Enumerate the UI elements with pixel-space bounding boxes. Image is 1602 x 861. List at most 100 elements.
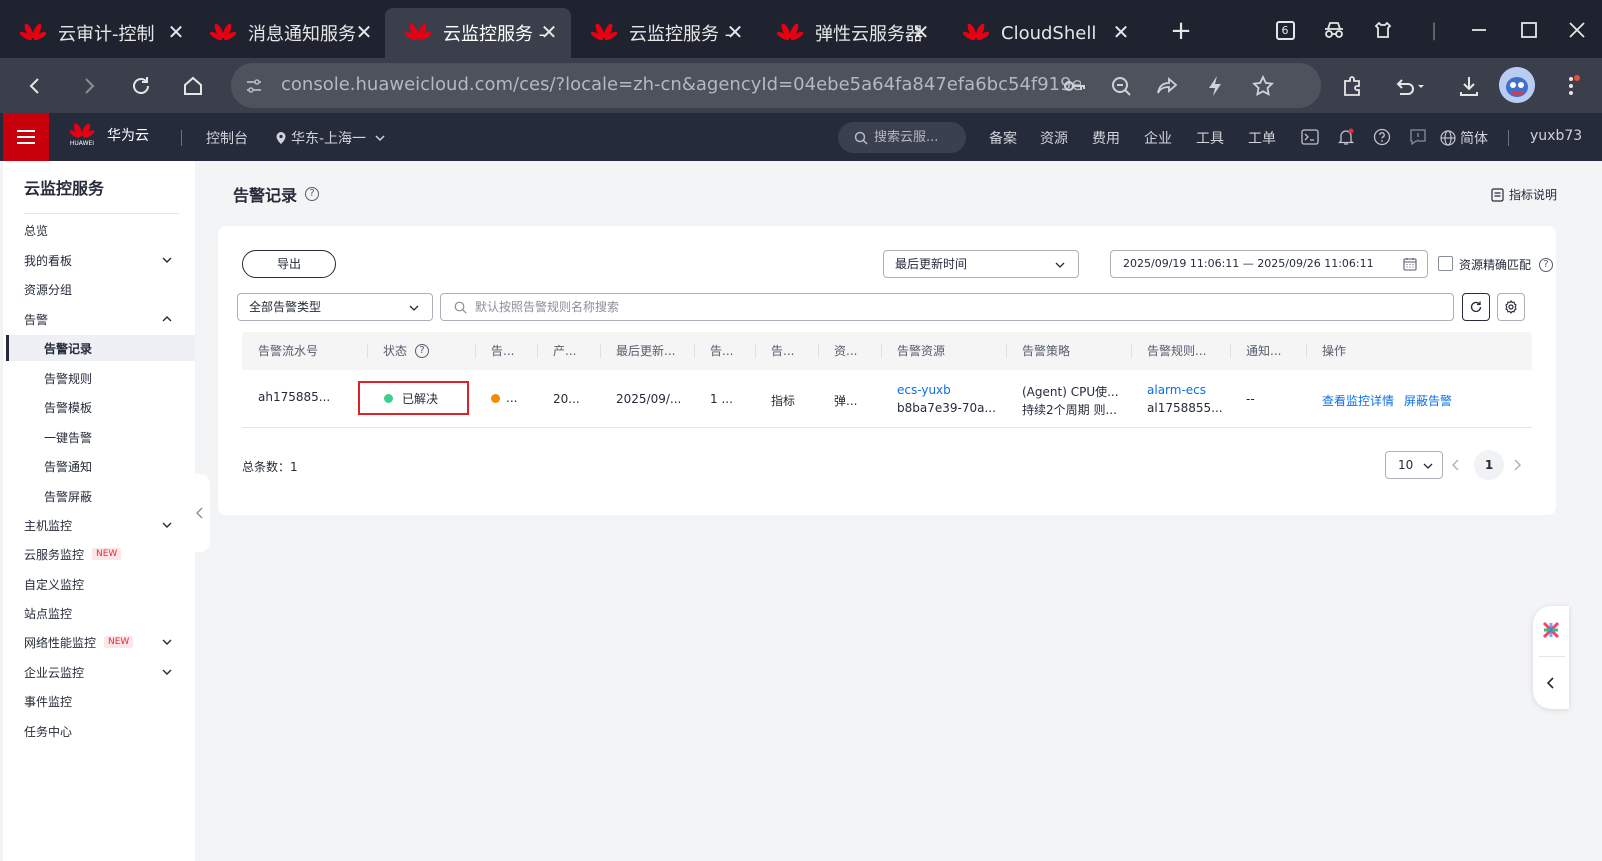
lightning-icon[interactable] — [1203, 74, 1227, 98]
forward-icon[interactable] — [73, 70, 105, 102]
share-icon[interactable] — [1155, 74, 1179, 98]
sidebar-item-enterprise-monitoring[interactable]: 企业云监控 — [24, 659, 184, 685]
sort-field-select[interactable]: 最后更新时间 — [883, 250, 1079, 278]
rule-name-link[interactable]: alarm-ecs — [1147, 383, 1206, 397]
exact-match-checkbox[interactable] — [1438, 256, 1453, 271]
col-alarm-type[interactable]: 告... — [771, 332, 794, 370]
sidebar-collapse-button[interactable] — [190, 474, 210, 552]
help-circle-icon[interactable]: ? — [1539, 257, 1554, 272]
help-icon[interactable] — [1372, 127, 1392, 147]
mask-alarm-link[interactable]: 屏蔽告警 — [1404, 392, 1452, 409]
new-tab-button[interactable]: + — [1166, 16, 1196, 46]
username[interactable]: yuxb73 — [1530, 128, 1582, 144]
table-settings-button[interactable] — [1497, 293, 1525, 321]
region-selector[interactable]: 华东-上海一 — [275, 128, 386, 148]
key-icon[interactable] — [1063, 74, 1087, 98]
resource-name-link[interactable]: ecs-yuxb — [897, 383, 951, 397]
metric-help-link[interactable]: 指标说明 — [1491, 186, 1557, 203]
prev-page-icon[interactable] — [1449, 458, 1463, 472]
col-notify[interactable]: 通知... — [1246, 332, 1281, 370]
sidebar-item-alarm-records[interactable]: 告警记录 — [6, 335, 195, 361]
sidebar-item-alarm-rules[interactable]: 告警规则 — [44, 365, 194, 391]
download-icon[interactable] — [1453, 70, 1485, 102]
sidebar-item-overview[interactable]: 总览 — [24, 217, 184, 243]
col-serial[interactable]: 告警流水号 — [258, 332, 318, 370]
nav-filing[interactable]: 备案 — [989, 128, 1017, 148]
help-circle-icon[interactable]: ? — [305, 187, 320, 201]
alarm-type-select[interactable]: 全部告警类型 — [237, 293, 433, 321]
col-level[interactable]: 告... — [491, 332, 514, 370]
browser-tab-3[interactable]: 云监控服务 - ✕ — [385, 8, 571, 58]
sidebar-item-cloud-service-monitoring[interactable]: 云服务监控 NEW — [24, 541, 184, 567]
close-window-icon[interactable] — [1563, 16, 1591, 44]
assistant-logo-icon[interactable] — [1541, 620, 1561, 640]
reload-icon[interactable] — [125, 70, 157, 102]
chevron-left-icon[interactable] — [1545, 676, 1557, 690]
home-icon[interactable] — [177, 70, 209, 102]
view-monitoring-details-link[interactable]: 查看监控详情 — [1322, 392, 1394, 409]
zoom-out-icon[interactable] — [1109, 74, 1133, 98]
close-tab-icon[interactable]: ✕ — [354, 20, 374, 44]
extension-icon[interactable] — [1369, 16, 1397, 44]
site-info-icon[interactable] — [245, 77, 263, 95]
refresh-button[interactable] — [1462, 293, 1490, 321]
sidebar-item-event-monitoring[interactable]: 事件监控 — [24, 688, 184, 714]
extensions-puzzle-icon[interactable] — [1336, 70, 1368, 102]
browser-tab-2[interactable]: 消息通知服务 ✕ — [190, 8, 386, 58]
col-policy[interactable]: 告警策略 — [1022, 332, 1070, 370]
close-tab-icon[interactable]: ✕ — [539, 20, 559, 44]
col-resource-type[interactable]: 资... — [834, 332, 857, 370]
sidebar-item-one-click-alarm[interactable]: 一键告警 — [44, 424, 194, 450]
nav-tools[interactable]: 工具 — [1196, 128, 1224, 148]
nav-billing[interactable]: 费用 — [1092, 128, 1120, 148]
address-bar[interactable]: console.huaweicloud.com/ces/?locale=zh-c… — [231, 63, 1321, 108]
browser-tab-1[interactable]: 云审计-控制 ✕ — [0, 8, 198, 58]
close-tab-icon[interactable]: ✕ — [911, 20, 931, 44]
col-rule[interactable]: 告警规则... — [1147, 332, 1206, 370]
console-link[interactable]: 控制台 — [206, 128, 248, 148]
nav-enterprise[interactable]: 企业 — [1144, 128, 1172, 148]
col-resource[interactable]: 告警资源 — [897, 332, 945, 370]
page-size-select[interactable]: 10 — [1385, 451, 1443, 479]
close-tab-icon[interactable]: ✕ — [725, 20, 745, 44]
sidebar-item-alarms[interactable]: 告警 — [24, 306, 184, 332]
notification-bell-icon[interactable] — [1336, 127, 1356, 147]
cell-serial[interactable]: ah175885... — [258, 390, 330, 404]
sidebar-item-alarm-masking[interactable]: 告警屏蔽 — [44, 483, 194, 509]
date-range-picker[interactable]: 2025/09/19 11:06:11 — 2025/09/26 11:06:1… — [1110, 250, 1428, 278]
nav-tickets[interactable]: 工单 — [1248, 128, 1276, 148]
export-button[interactable]: 导出 — [242, 250, 336, 278]
browser-tab-4[interactable]: 云监控服务 - ✕ — [571, 8, 757, 58]
header-search[interactable]: 搜索云服... — [838, 122, 966, 153]
sidebar-item-host-monitoring[interactable]: 主机监控 — [24, 512, 184, 538]
nav-resources[interactable]: 资源 — [1040, 128, 1068, 148]
close-tab-icon[interactable]: ✕ — [1111, 20, 1131, 44]
undo-dropdown-icon[interactable] — [1390, 70, 1430, 102]
close-tab-icon[interactable]: ✕ — [166, 20, 186, 44]
sidebar-item-dashboards[interactable]: 我的看板 — [24, 247, 184, 273]
sidebar-item-network-performance[interactable]: 网络性能监控 NEW — [24, 629, 184, 655]
cloudshell-icon[interactable] — [1300, 127, 1320, 147]
tab-search-button[interactable]: 6 — [1271, 16, 1299, 44]
help-circle-icon[interactable]: ? — [415, 344, 430, 358]
browser-tab-5[interactable]: 弹性云服务器 ✕ — [757, 8, 943, 58]
col-status[interactable]: 状态 ? — [383, 332, 430, 370]
browser-menu-icon[interactable] — [1555, 70, 1587, 102]
sidebar-item-site-monitoring[interactable]: 站点监控 — [24, 600, 184, 626]
bookmark-star-icon[interactable] — [1251, 74, 1275, 98]
sidebar-item-custom-monitoring[interactable]: 自定义监控 — [24, 571, 184, 597]
browser-tab-6[interactable]: CloudShell ✕ — [943, 8, 1143, 58]
feedback-icon[interactable] — [1408, 127, 1428, 147]
back-icon[interactable] — [19, 70, 51, 102]
sidebar-item-task-center[interactable]: 任务中心 — [24, 718, 184, 744]
incognito-icon[interactable] — [1320, 16, 1348, 44]
col-count[interactable]: 告... — [710, 332, 733, 370]
maximize-icon[interactable] — [1515, 16, 1543, 44]
alarm-search-input[interactable]: 默认按照告警规则名称搜索 — [440, 293, 1454, 321]
profile-avatar[interactable] — [1499, 67, 1535, 103]
minimize-icon[interactable] — [1465, 16, 1493, 44]
menu-hamburger-button[interactable] — [3, 113, 49, 161]
next-page-icon[interactable] — [1510, 458, 1524, 472]
page-number-current[interactable]: 1 — [1474, 450, 1504, 480]
huawei-cloud-logo[interactable]: HUAWEI 华为云 — [69, 122, 149, 147]
